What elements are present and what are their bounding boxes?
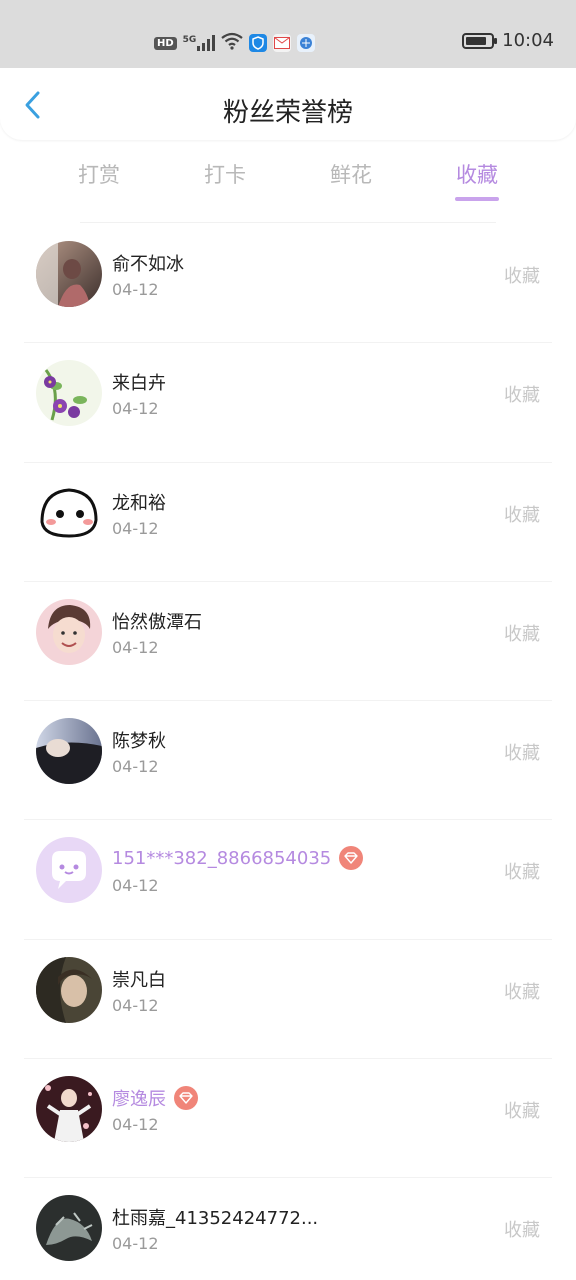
avatar[interactable] <box>36 598 102 665</box>
list-item[interactable]: 俞不如冰 04-12 收藏 <box>0 224 576 344</box>
browser-app-icon <box>297 34 316 52</box>
fan-list: 俞不如冰 04-12 收藏 来白卉 04-12 收藏 龙和裕 04-12 收藏 … <box>0 224 576 1280</box>
clock: 10:04 <box>502 30 554 51</box>
status-bar: HD 5G 10:04 <box>0 0 576 68</box>
avatar[interactable] <box>36 956 102 1023</box>
tab-label: 收藏 <box>456 163 498 187</box>
avatar[interactable] <box>36 1076 102 1143</box>
divider <box>80 222 496 223</box>
avatar[interactable] <box>36 1195 102 1262</box>
favorite-label[interactable]: 收藏 <box>504 381 540 407</box>
header: 粉丝荣誉榜 <box>0 68 576 140</box>
hd-icon: HD <box>154 36 177 50</box>
active-tab-underline <box>455 197 499 201</box>
fan-date: 04-12 <box>112 1115 159 1135</box>
avatar[interactable] <box>36 837 102 904</box>
avatar[interactable] <box>36 718 102 785</box>
list-item[interactable]: 廖逸辰 04-12 收藏 <box>0 1059 576 1179</box>
list-item[interactable]: 崇凡白 04-12 收藏 <box>0 940 576 1060</box>
tab-label: 鲜花 <box>330 163 372 187</box>
favorite-label[interactable]: 收藏 <box>504 1097 540 1123</box>
fan-name: 龙和裕 <box>112 492 166 514</box>
fan-name: 怡然傲潭石 <box>112 611 202 633</box>
fan-date: 04-12 <box>112 1234 159 1254</box>
fan-name: 来白卉 <box>112 373 166 395</box>
fan-name: 俞不如冰 <box>112 254 184 275</box>
fan-date: 04-12 <box>112 757 159 777</box>
favorite-label[interactable]: 收藏 <box>504 739 540 765</box>
list-item[interactable]: 151***382_8866854035 04-12 收藏 <box>0 820 576 940</box>
tab-checkin[interactable]: 打卡 <box>162 160 288 204</box>
5g-signal-icon: 5G <box>183 35 216 51</box>
list-item[interactable]: 怡然傲潭石 04-12 收藏 <box>0 582 576 702</box>
fan-date: 04-12 <box>112 280 159 299</box>
favorite-label[interactable]: 收藏 <box>504 1216 540 1242</box>
fan-name: 陈梦秋 <box>112 731 166 753</box>
tab-bar: 打赏 打卡 鲜花 收藏 <box>36 160 540 204</box>
fan-name: 杜雨嘉_41352424772... <box>112 1208 319 1230</box>
page-title: 粉丝荣誉榜 <box>222 98 353 128</box>
vip-diamond-icon <box>339 846 364 871</box>
fan-name: 廖逸辰 <box>112 1085 198 1111</box>
fan-name: 151***382_8866854035 <box>112 846 364 871</box>
favorite-label[interactable]: 收藏 <box>504 262 540 288</box>
vip-diamond-icon <box>174 1086 198 1111</box>
tab-label: 打赏 <box>78 163 120 187</box>
status-right: 10:04 <box>462 30 554 51</box>
avatar[interactable] <box>36 241 102 307</box>
favorite-label[interactable]: 收藏 <box>504 501 540 527</box>
favorite-label[interactable]: 收藏 <box>504 858 540 884</box>
fan-name: 崇凡白 <box>112 969 166 991</box>
fan-date: 04-12 <box>112 518 159 538</box>
tab-reward[interactable]: 打赏 <box>36 160 162 204</box>
list-item[interactable]: 龙和裕 04-12 收藏 <box>0 463 576 582</box>
tab-label: 打卡 <box>204 163 246 187</box>
battery-icon <box>462 32 498 49</box>
list-item[interactable]: 陈梦秋 04-12 收藏 <box>0 701 576 821</box>
favorite-label[interactable]: 收藏 <box>504 978 540 1004</box>
battery-level <box>466 36 487 45</box>
list-item[interactable]: 杜雨嘉_41352424772... 04-12 收藏 <box>0 1178 576 1280</box>
avatar[interactable] <box>36 479 102 546</box>
favorite-label[interactable]: 收藏 <box>504 620 540 646</box>
tab-favorites[interactable]: 收藏 <box>414 160 540 204</box>
mail-app-icon <box>273 34 292 52</box>
avatar[interactable] <box>36 360 102 427</box>
fan-date: 04-12 <box>112 876 159 896</box>
fan-date: 04-12 <box>112 995 159 1015</box>
wifi-icon <box>221 32 244 54</box>
list-item[interactable]: 来白卉 04-12 收藏 <box>0 343 576 463</box>
status-icons: HD 5G <box>154 32 316 54</box>
fan-date: 04-12 <box>112 399 159 419</box>
shield-app-icon <box>249 34 268 52</box>
tab-flowers[interactable]: 鲜花 <box>288 160 414 204</box>
fan-date: 04-12 <box>112 637 159 657</box>
